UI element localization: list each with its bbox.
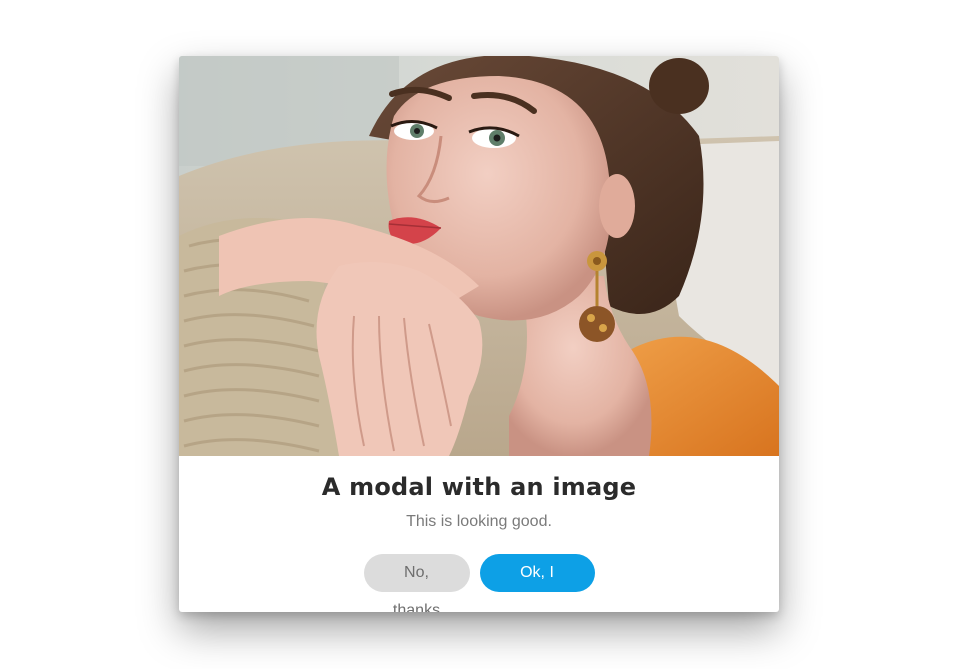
confirm-button[interactable]: Ok, I accept [479, 554, 595, 612]
modal-image [179, 56, 779, 456]
modal-title: A modal with an image [321, 473, 637, 501]
cancel-button[interactable]: No, thanks [363, 554, 470, 612]
modal-actions: No, thanks Ok, I accept [179, 554, 779, 612]
modal-text: This is looking good. [406, 513, 552, 530]
portrait-photo [179, 56, 779, 456]
modal-dialog: A modal with an image This is looking go… [179, 56, 779, 612]
